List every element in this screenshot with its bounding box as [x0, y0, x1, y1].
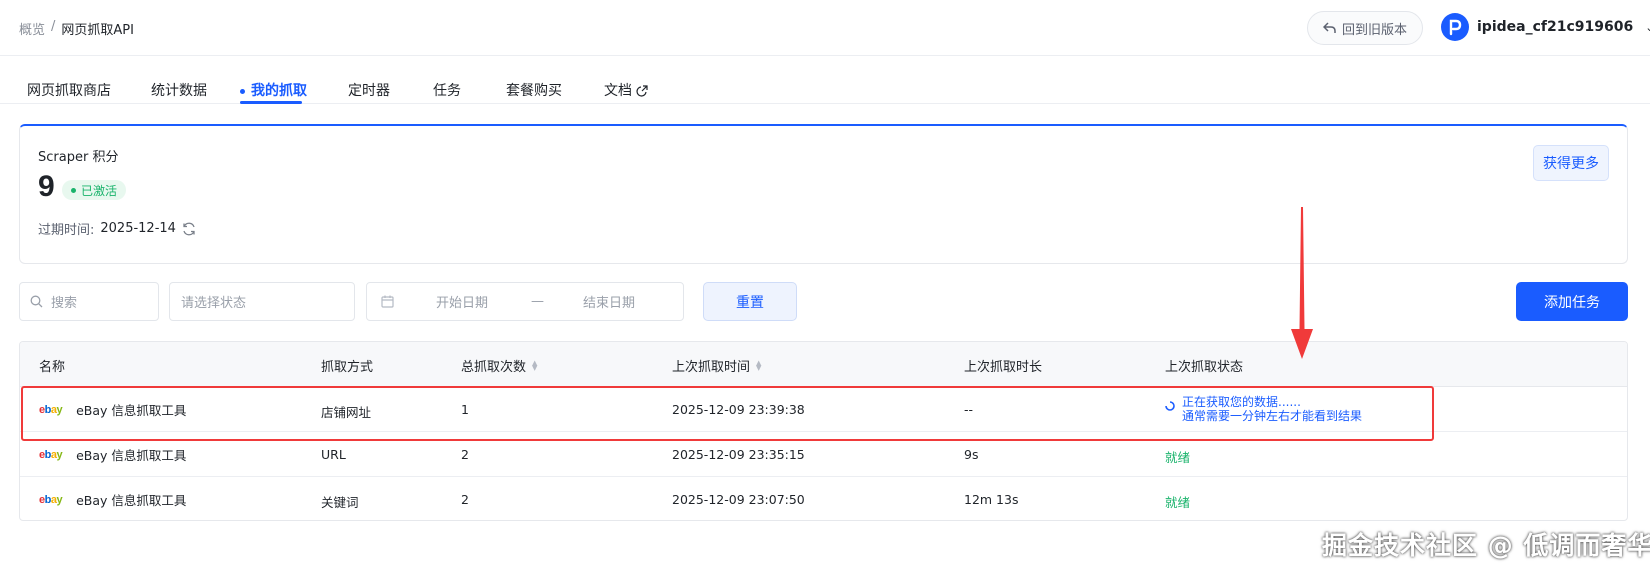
column-time[interactable]: 上次抓取时间 ▲ ▼: [672, 356, 761, 375]
tab-scraper-store[interactable]: 网页抓取商店: [27, 80, 111, 100]
tab-my-scrapes[interactable]: 我的抓取: [240, 80, 307, 100]
user-menu[interactable]: ipidea_cf21c919606 ⌄: [1441, 13, 1650, 41]
status-line-2: 通常需要一分钟左右才能看到结果: [1182, 409, 1363, 423]
credits-title: Scraper 积分: [38, 150, 119, 165]
calendar-icon: [381, 295, 394, 308]
add-task-button[interactable]: 添加任务: [1516, 282, 1628, 321]
username: ipidea_cf21c919606: [1477, 19, 1634, 35]
old-version-button[interactable]: 回到旧版本: [1307, 11, 1423, 45]
tab-purchase[interactable]: 套餐购买: [506, 80, 562, 100]
duration-cell: 9s: [964, 447, 979, 462]
table-header: 名称 抓取方式 总抓取次数 ▲ ▼ 上次抓取时间 ▲ ▼ 上次抓取时长 上次抓取状态: [20, 342, 1627, 387]
tab-docs-label: 文档: [604, 83, 632, 99]
column-method: 抓取方式: [321, 356, 373, 375]
count-cell: 1: [461, 402, 469, 417]
breadcrumb: 概览 / 网页抓取API: [19, 19, 134, 38]
annotation-arrow-icon: [1291, 207, 1313, 359]
logo-icon: [1449, 19, 1462, 36]
external-link-icon: [636, 85, 648, 97]
column-name: 名称: [39, 356, 65, 375]
time-cell: 2025-12-09 23:35:15: [672, 447, 805, 462]
search-icon: [30, 295, 43, 308]
start-date-input[interactable]: 开始日期: [436, 292, 488, 311]
column-time-label: 上次抓取时间: [672, 360, 751, 375]
expire-label: 过期时间:: [38, 223, 95, 238]
status-line-1: 正在获取您的数据......: [1182, 395, 1301, 409]
tasks-table: 名称 抓取方式 总抓取次数 ▲ ▼ 上次抓取时间 ▲ ▼ 上次抓取时长 上次抓取状态 e…: [19, 341, 1628, 521]
method-cell: URL: [321, 447, 346, 462]
watermark: 掘金技术社区 @ 低调而奢华: [1322, 531, 1650, 560]
active-tab-indicator: [240, 101, 302, 104]
tab-statistics[interactable]: 统计数据: [151, 80, 207, 100]
expire-date: 2025-12-14: [100, 221, 176, 236]
sort-icon: ▲ ▼: [756, 358, 762, 372]
name-cell: ebay eBay 信息抓取工具: [39, 400, 186, 419]
table-row[interactable]: ebay eBay 信息抓取工具 URL 2 2025-12-09 23:35:1…: [20, 432, 1627, 477]
column-status-label: 上次抓取状态: [1165, 360, 1244, 375]
tab-my-scrapes-label: 我的抓取: [251, 83, 307, 99]
date-range-picker[interactable]: 开始日期 — 结束日期: [366, 282, 684, 321]
reset-button[interactable]: 重置: [703, 282, 797, 321]
duration-cell: --: [964, 402, 974, 417]
avatar: [1441, 13, 1469, 41]
status-badge: 已激活: [62, 180, 127, 200]
chevron-down-icon: ⌄: [1645, 20, 1650, 34]
column-count-label: 总抓取次数: [461, 360, 527, 375]
status-placeholder: 请选择状态: [181, 296, 247, 311]
breadcrumb-separator: /: [51, 19, 56, 34]
column-duration-label: 上次抓取时长: [964, 360, 1043, 375]
table-row[interactable]: ebay eBay 信息抓取工具 店铺网址 1 2025-12-09 23:39:…: [20, 387, 1627, 432]
credits-score: 9: [38, 170, 55, 203]
count-cell: 2: [461, 492, 469, 507]
tab-bar: 网页抓取商店 统计数据 我的抓取 定时器 任务 套餐购买 文档: [0, 56, 1650, 104]
breadcrumb-current: 网页抓取API: [61, 23, 134, 38]
get-more-button[interactable]: 获得更多: [1533, 145, 1609, 181]
name-cell: ebay eBay 信息抓取工具: [39, 490, 186, 509]
end-date-input[interactable]: 结束日期: [583, 292, 635, 311]
loading-spinner-icon: [1165, 401, 1175, 411]
ebay-logo-icon: ebay: [39, 448, 63, 461]
breadcrumb-overview[interactable]: 概览: [19, 19, 45, 38]
back-arrow-icon: [1322, 22, 1336, 33]
count-cell: 2: [461, 447, 469, 462]
ebay-logo-icon: ebay: [39, 403, 63, 416]
task-name[interactable]: eBay 信息抓取工具: [76, 400, 186, 419]
active-dot: [240, 88, 245, 94]
search-placeholder: 搜索: [51, 296, 78, 311]
task-name[interactable]: eBay 信息抓取工具: [76, 490, 186, 509]
old-version-label: 回到旧版本: [1341, 22, 1407, 38]
badge-label: 已激活: [81, 183, 118, 198]
status-cell: 就绪: [1165, 495, 1191, 510]
top-bar: 概览 / 网页抓取API 回到旧版本 ipidea_cf21c919606 ⌄: [0, 0, 1650, 56]
duration-cell: 12m 13s: [964, 492, 1019, 507]
tab-scheduler[interactable]: 定时器: [348, 80, 390, 100]
ebay-logo-icon: ebay: [39, 493, 63, 506]
column-count[interactable]: 总抓取次数 ▲ ▼: [461, 356, 537, 375]
method-cell: 店铺网址: [321, 405, 372, 420]
time-cell: 2025-12-09 23:07:50: [672, 492, 805, 507]
method-cell: 关键词: [321, 495, 359, 510]
sort-icon: ▲ ▼: [532, 358, 538, 372]
status-select[interactable]: 请选择状态: [169, 282, 355, 321]
badge-dot: [71, 187, 76, 193]
column-method-label: 抓取方式: [321, 360, 374, 375]
name-cell: ebay eBay 信息抓取工具: [39, 445, 186, 464]
status-cell: 就绪: [1165, 450, 1191, 465]
table-row[interactable]: ebay eBay 信息抓取工具 关键词 2 2025-12-09 23:07:5…: [20, 477, 1627, 520]
expire-info: 过期时间: 2025-12-14: [38, 219, 196, 238]
time-cell: 2025-12-09 23:39:38: [672, 402, 805, 417]
credits-card: Scraper 积分 9 已激活 过期时间: 2025-12-14 获得更多: [19, 124, 1628, 264]
tab-docs[interactable]: 文档: [604, 80, 648, 100]
task-name[interactable]: eBay 信息抓取工具: [76, 445, 186, 464]
column-duration: 上次抓取时长: [964, 356, 1042, 375]
status-text: 正在获取您的数据...... 通常需要一分钟左右才能看到结果: [1182, 395, 1362, 423]
date-separator: —: [531, 294, 544, 309]
refresh-icon[interactable]: [182, 222, 196, 236]
tab-tasks[interactable]: 任务: [433, 80, 461, 100]
search-input[interactable]: 搜索: [19, 282, 159, 321]
column-name-label: 名称: [39, 360, 66, 375]
column-status: 上次抓取状态: [1165, 356, 1243, 375]
status-cell: 正在获取您的数据...... 通常需要一分钟左右才能看到结果: [1165, 395, 1362, 423]
